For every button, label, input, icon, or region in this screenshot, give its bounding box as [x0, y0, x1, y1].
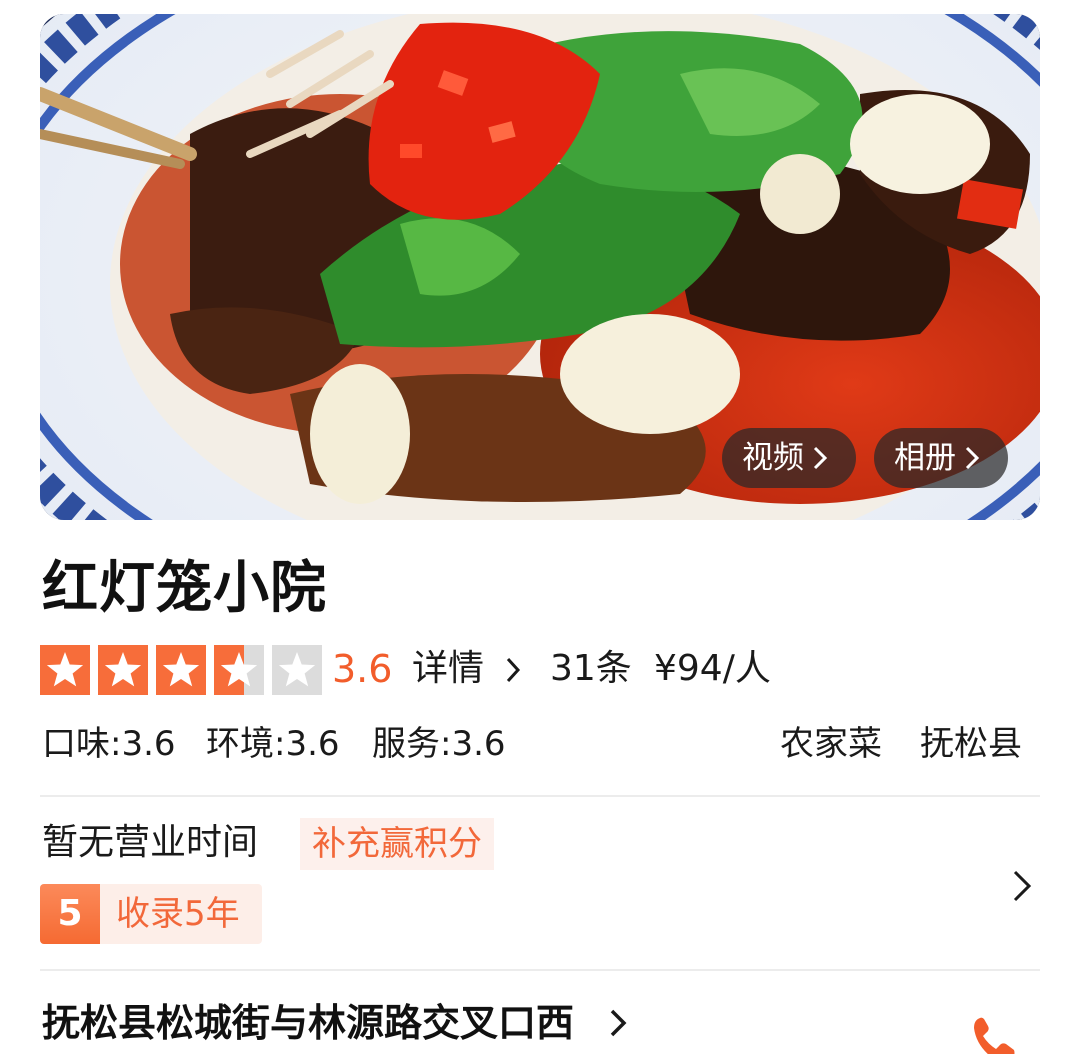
chevron-right-icon — [813, 446, 828, 470]
star-4 — [214, 645, 264, 695]
star-2 — [98, 645, 148, 695]
album-button-label: 相册 — [894, 440, 956, 476]
album-button[interactable]: 相册 — [874, 428, 1008, 488]
video-button-label: 视频 — [742, 440, 804, 476]
chevron-right-icon[interactable] — [502, 655, 524, 685]
chevron-right-icon — [965, 446, 980, 470]
shop-address[interactable]: 抚松县松城街与林源路交叉口西 — [42, 996, 574, 1050]
review-count[interactable]: 31条 — [550, 643, 632, 695]
chevron-right-icon[interactable] — [1010, 866, 1034, 906]
divider — [40, 969, 1040, 971]
category-tag[interactable]: 农家菜 — [780, 720, 882, 768]
supplement-points-button[interactable]: 补充赢积分 — [300, 818, 494, 870]
hero-photo[interactable]: 视频 相册 — [40, 14, 1040, 520]
video-button[interactable]: 视频 — [722, 428, 856, 488]
sub-scores-row: 口味:3.6 环境:3.6 服务:3.6 农家菜 抚松县 — [42, 720, 1040, 768]
divider — [40, 795, 1040, 797]
rating-score: 3.6 — [332, 647, 393, 691]
badge-text: 收录5年 — [116, 894, 240, 934]
chevron-right-icon[interactable] — [606, 1006, 630, 1040]
listed-years-badge: 5 收录5年 — [40, 884, 262, 944]
rating-detail-link[interactable]: 详情 — [412, 643, 484, 695]
price-per-person: ¥94/人 — [654, 648, 771, 689]
star-3 — [156, 645, 206, 695]
rating-row: 3.6 详情 31条 ¥94/人 — [40, 643, 1040, 695]
area-tag[interactable]: 抚松县 — [920, 720, 1022, 768]
star-1 — [40, 645, 90, 695]
taste-score: 口味:3.6 — [42, 724, 176, 764]
shop-detail-page: 视频 相册 红灯笼小院 3.6 详情 31条 ¥94/人 口味:3.6 环境:3… — [0, 0, 1080, 1054]
business-hours: 暂无营业时间 — [42, 822, 259, 863]
phone-icon[interactable] — [966, 1010, 1022, 1054]
star-5 — [272, 645, 322, 695]
environment-score: 环境:3.6 — [206, 724, 340, 764]
shop-name: 红灯笼小院 — [42, 556, 327, 621]
badge-number: 5 — [40, 884, 100, 944]
service-score: 服务:3.6 — [372, 724, 506, 764]
star-rating — [40, 645, 322, 695]
